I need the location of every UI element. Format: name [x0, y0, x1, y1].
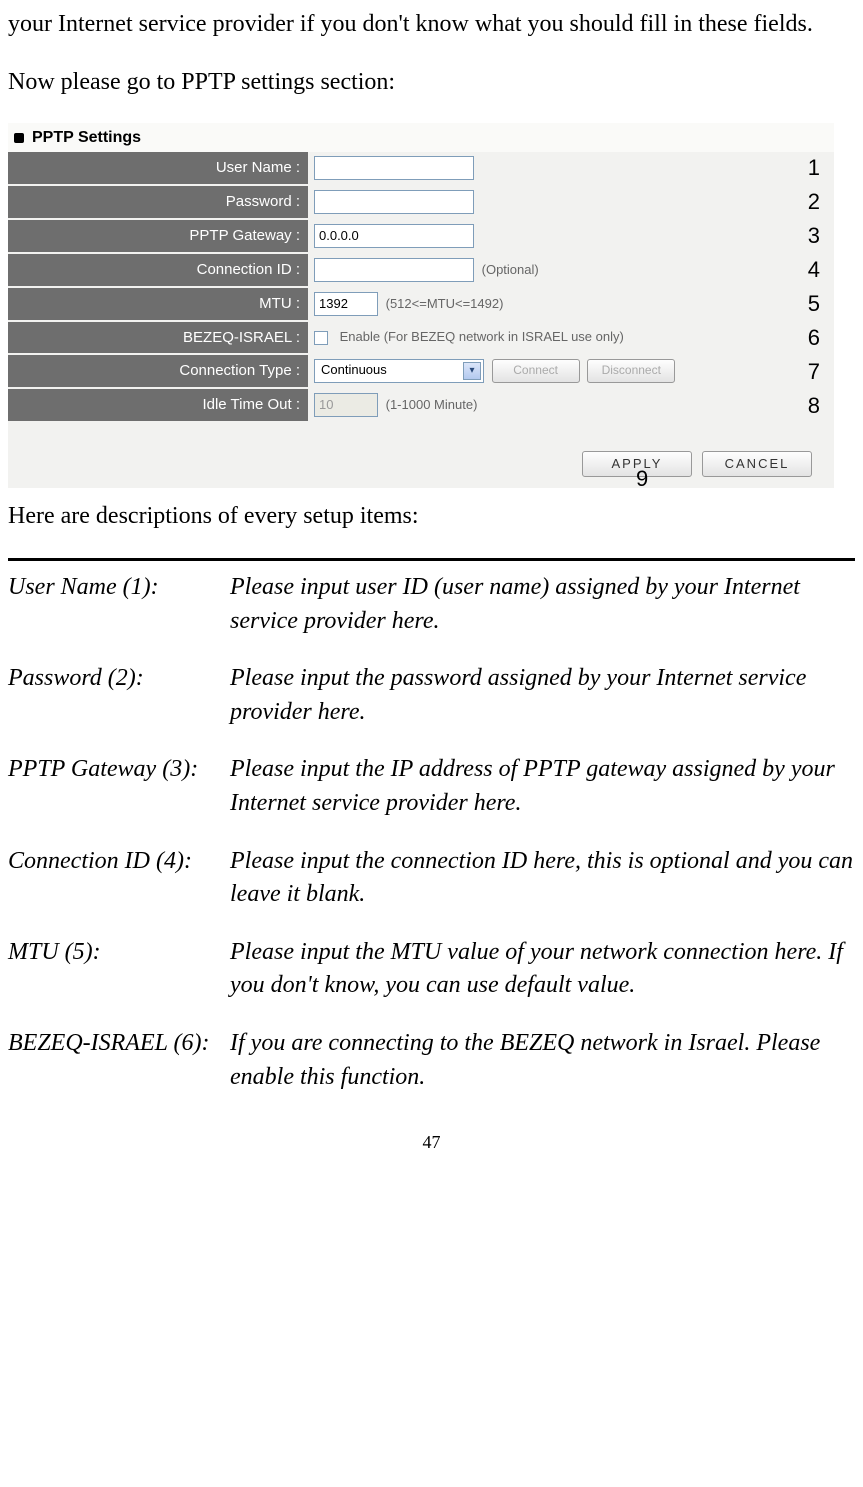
- intro-paragraph-2: Now please go to PPTP settings section:: [8, 66, 855, 100]
- page-number: 47: [8, 1130, 855, 1155]
- label-bezeq-israel: BEZEQ-ISRAEL :: [8, 321, 308, 354]
- callout-9: 9: [636, 464, 648, 495]
- disconnect-button[interactable]: Disconnect: [587, 359, 675, 383]
- pptp-settings-screenshot: PPTP Settings User Name : Password : PPT…: [8, 123, 834, 488]
- label-password: Password :: [8, 185, 308, 219]
- password-input[interactable]: [314, 190, 474, 214]
- callout-2: 2: [808, 187, 820, 218]
- idle-timeout-input[interactable]: [314, 393, 378, 417]
- callout-1: 1: [808, 153, 820, 184]
- desc-term-2: Password (2):: [8, 662, 230, 729]
- bullet-icon: [14, 133, 24, 143]
- bezeq-checkbox[interactable]: [314, 331, 328, 345]
- chevron-down-icon: ▾: [463, 362, 481, 380]
- desc-def-3: Please input the IP address of PPTP gate…: [230, 753, 855, 820]
- desc-item-2: Password (2): Please input the password …: [8, 662, 855, 729]
- callout-4: 4: [808, 255, 820, 286]
- pptp-settings-title: PPTP Settings: [32, 127, 141, 149]
- desc-term-4: Connection ID (4):: [8, 845, 230, 912]
- label-connection-id: Connection ID :: [8, 253, 308, 287]
- mtu-input[interactable]: [314, 292, 378, 316]
- desc-item-5: MTU (5): Please input the MTU value of y…: [8, 936, 855, 1003]
- user-name-input[interactable]: [314, 156, 474, 180]
- callout-5: 5: [808, 289, 820, 320]
- label-idle-timeout: Idle Time Out :: [8, 388, 308, 422]
- desc-term-3: PPTP Gateway (3):: [8, 753, 230, 820]
- desc-item-6: BEZEQ-ISRAEL (6): If you are connecting …: [8, 1027, 855, 1094]
- cancel-button[interactable]: CANCEL: [702, 451, 812, 477]
- idle-timeout-hint: (1-1000 Minute): [386, 397, 478, 412]
- pptp-settings-header: PPTP Settings: [8, 123, 834, 151]
- connection-type-value: Continuous: [321, 361, 387, 379]
- label-user-name: User Name :: [8, 152, 308, 185]
- intro-paragraph-1: your Internet service provider if you do…: [8, 8, 855, 42]
- form-footer: APPLY CANCEL: [8, 423, 834, 489]
- desc-item-3: PPTP Gateway (3): Please input the IP ad…: [8, 753, 855, 820]
- callout-7: 7: [808, 357, 820, 388]
- desc-term-5: MTU (5):: [8, 936, 230, 1003]
- callout-6: 6: [808, 323, 820, 354]
- label-mtu: MTU :: [8, 287, 308, 321]
- desc-def-4: Please input the connection ID here, thi…: [230, 845, 855, 912]
- pptp-settings-form: User Name : Password : PPTP Gateway : Co…: [8, 152, 834, 423]
- horizontal-rule: [8, 558, 855, 561]
- desc-term-6: BEZEQ-ISRAEL (6):: [8, 1027, 230, 1094]
- callout-8: 8: [808, 391, 820, 422]
- desc-def-2: Please input the password assigned by yo…: [230, 662, 855, 729]
- connection-type-select[interactable]: Continuous ▾: [314, 359, 484, 383]
- pptp-gateway-input[interactable]: [314, 224, 474, 248]
- desc-term-1: User Name (1):: [8, 571, 230, 638]
- desc-def-6: If you are connecting to the BEZEQ netwo…: [230, 1027, 855, 1094]
- mtu-hint: (512<=MTU<=1492): [386, 296, 504, 311]
- label-connection-type: Connection Type :: [8, 354, 308, 388]
- desc-item-1: User Name (1): Please input user ID (use…: [8, 571, 855, 638]
- connect-button[interactable]: Connect: [492, 359, 580, 383]
- descriptions-heading: Here are descriptions of every setup ite…: [8, 500, 855, 534]
- label-pptp-gateway: PPTP Gateway :: [8, 219, 308, 253]
- desc-def-1: Please input user ID (user name) assigne…: [230, 571, 855, 638]
- desc-item-4: Connection ID (4): Please input the conn…: [8, 845, 855, 912]
- desc-def-5: Please input the MTU value of your netwo…: [230, 936, 855, 1003]
- callout-3: 3: [808, 221, 820, 252]
- connection-id-hint: (Optional): [482, 262, 539, 277]
- bezeq-hint: Enable (For BEZEQ network in ISRAEL use …: [340, 329, 624, 344]
- connection-id-input[interactable]: [314, 258, 474, 282]
